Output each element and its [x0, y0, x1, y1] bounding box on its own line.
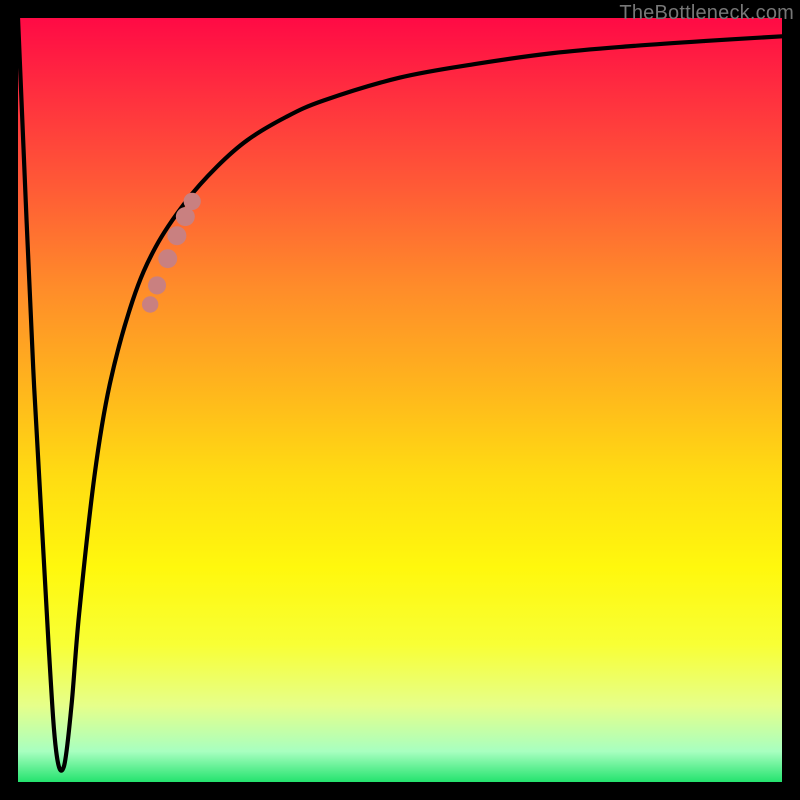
- chart-stage: TheBottleneck.com: [0, 0, 800, 800]
- dot-5: [176, 207, 195, 226]
- dot-3: [158, 249, 177, 268]
- curve-layer: [18, 18, 782, 782]
- watermark-text: TheBottleneck.com: [619, 2, 794, 25]
- bottleneck-curve: [18, 18, 782, 771]
- dot-4: [167, 226, 186, 245]
- dot-1: [142, 296, 158, 312]
- dot-2: [148, 276, 166, 294]
- dot-6: [184, 193, 201, 210]
